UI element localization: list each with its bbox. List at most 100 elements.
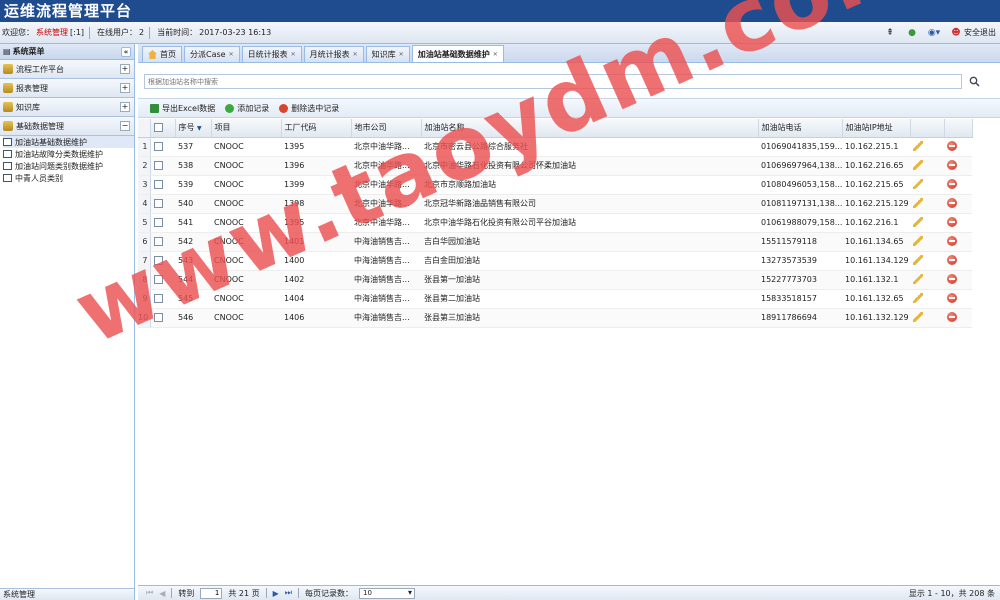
edit-cell[interactable] xyxy=(910,156,944,176)
checkbox[interactable] xyxy=(153,313,163,322)
pencil-icon[interactable] xyxy=(913,292,923,303)
pencil-icon[interactable] xyxy=(913,311,923,322)
search-input[interactable] xyxy=(144,74,962,89)
tab-knowledge[interactable]: 知识库 ✕ xyxy=(365,46,410,62)
sidebar-group-workflow[interactable]: 流程工作平台 + xyxy=(0,60,134,79)
table-row[interactable]: 1 537 CNOOC 1395 北京中油华路... 北京市密云县公路综合服务社 01069… xyxy=(138,137,972,157)
search-icon[interactable] xyxy=(968,74,981,89)
column-header[interactable]: 加油站电话 xyxy=(758,119,843,138)
delete-icon[interactable] xyxy=(947,235,957,246)
delete-icon[interactable] xyxy=(947,292,957,303)
collapse-sidebar-button[interactable]: « xyxy=(121,46,131,57)
checkbox[interactable] xyxy=(153,256,163,265)
column-header[interactable]: 工厂代码 xyxy=(281,119,352,138)
edit-cell[interactable] xyxy=(910,308,944,328)
row-select-cell[interactable] xyxy=(150,137,175,157)
page-size-select[interactable]: 10 xyxy=(358,587,415,599)
edit-cell[interactable] xyxy=(910,289,944,309)
help-icon[interactable]: ◉▾ xyxy=(928,27,940,39)
sidebar-item-fault-category[interactable]: 加油站故障分类数据维护 xyxy=(3,148,134,160)
select-all-header[interactable] xyxy=(150,119,176,138)
edit-cell[interactable] xyxy=(910,137,944,157)
delete-cell[interactable] xyxy=(944,213,972,233)
sidebar-group-knowledge[interactable]: 知识库 + xyxy=(0,98,134,117)
tab-dispatch-case[interactable]: 分派Case ✕ xyxy=(184,46,240,62)
checkbox[interactable] xyxy=(153,218,163,227)
edit-cell[interactable] xyxy=(910,175,944,195)
tab-monthly-report[interactable]: 月统计报表 ✕ xyxy=(303,46,364,62)
column-header[interactable]: 项目 xyxy=(211,119,282,138)
delete-icon[interactable] xyxy=(947,254,957,265)
table-row[interactable]: 5 541 CNOOC 1395 北京中油华路... 北京中油华路石化投资有限公司平谷加油… xyxy=(138,213,972,233)
pencil-icon[interactable] xyxy=(913,254,923,265)
export-excel-button[interactable]: 导出Excel数据 xyxy=(150,103,215,114)
checkbox[interactable] xyxy=(153,161,163,170)
edit-cell[interactable] xyxy=(910,213,944,233)
pencil-icon[interactable] xyxy=(913,273,923,284)
next-page-button[interactable]: ▶ xyxy=(273,589,279,598)
column-header[interactable]: 地市公司 xyxy=(351,119,422,138)
delete-cell[interactable] xyxy=(944,194,972,214)
checkbox[interactable] xyxy=(153,294,163,303)
row-select-cell[interactable] xyxy=(150,270,175,290)
delete-cell[interactable] xyxy=(944,289,972,309)
sidebar-item-station-data[interactable]: 加油站基础数据维护 xyxy=(3,136,134,148)
checkbox[interactable] xyxy=(153,237,163,246)
expand-icon[interactable]: + xyxy=(120,102,130,112)
edit-cell[interactable] xyxy=(910,251,944,271)
row-select-cell[interactable] xyxy=(150,194,175,214)
delete-cell[interactable] xyxy=(944,156,972,176)
column-header[interactable]: 序号 ▼ xyxy=(175,119,212,138)
delete-cell[interactable] xyxy=(944,175,972,195)
checkbox[interactable] xyxy=(153,180,163,189)
delete-icon[interactable] xyxy=(947,311,957,322)
delete-icon[interactable] xyxy=(947,140,957,151)
pencil-icon[interactable] xyxy=(913,235,923,246)
row-select-cell[interactable] xyxy=(150,308,175,328)
prev-page-button[interactable]: ◀ xyxy=(159,589,165,598)
close-icon[interactable]: ✕ xyxy=(291,51,296,58)
pencil-icon[interactable] xyxy=(913,197,923,208)
delete-icon[interactable] xyxy=(947,197,957,208)
pencil-icon[interactable] xyxy=(913,216,923,227)
page-number-input[interactable] xyxy=(200,587,223,599)
table-row[interactable]: 2 538 CNOOC 1396 北京中油华路... 北京中油华路石化投资有限公司怀柔加油… xyxy=(138,156,972,176)
tab-home[interactable]: 首页 xyxy=(142,46,182,62)
delete-selected-button[interactable]: 删除选中记录 xyxy=(279,103,339,114)
row-select-cell[interactable] xyxy=(150,232,175,252)
edit-cell[interactable] xyxy=(910,194,944,214)
add-record-button[interactable]: 添加记录 xyxy=(225,103,269,114)
checkbox[interactable] xyxy=(153,142,163,151)
delete-cell[interactable] xyxy=(944,270,972,290)
row-select-cell[interactable] xyxy=(150,289,175,309)
pencil-icon[interactable] xyxy=(913,178,923,189)
tab-daily-report[interactable]: 日统计报表 ✕ xyxy=(241,46,302,62)
table-row[interactable]: 4 540 CNOOC 1398 北京中油华路... 北京冠华新路油品销售有限公司 0108… xyxy=(138,194,972,214)
checkbox[interactable] xyxy=(153,199,163,208)
first-page-button[interactable]: ⏮ xyxy=(146,588,153,598)
edit-cell[interactable] xyxy=(910,232,944,252)
expand-icon[interactable]: + xyxy=(120,83,130,93)
table-row[interactable]: 10 546 CNOOC 1406 中海油销售吉... 张县第三加油站 1891178669… xyxy=(138,308,972,328)
delete-cell[interactable] xyxy=(944,308,972,328)
table-row[interactable]: 6 542 CNOOC 1401 中海油销售吉... 吉白华园加油站 15511579118… xyxy=(138,232,972,252)
delete-cell[interactable] xyxy=(944,232,972,252)
pencil-icon[interactable] xyxy=(913,140,923,151)
delete-cell[interactable] xyxy=(944,137,972,157)
collapse-icon[interactable]: − xyxy=(120,121,130,131)
row-select-cell[interactable] xyxy=(150,156,175,176)
delete-icon[interactable] xyxy=(947,273,957,284)
checkbox[interactable] xyxy=(153,275,163,284)
close-icon[interactable]: ✕ xyxy=(493,51,498,58)
sidebar-item-staff-category[interactable]: 中青人员类别 xyxy=(3,172,134,184)
table-row[interactable]: 7 543 CNOOC 1400 中海油销售吉... 吉白金田加油站 13273573539… xyxy=(138,251,972,271)
delete-cell[interactable] xyxy=(944,251,972,271)
row-select-cell[interactable] xyxy=(150,213,175,233)
close-icon[interactable]: ✕ xyxy=(229,51,234,58)
sidebar-group-base-data[interactable]: 基础数据管理 − xyxy=(0,117,134,136)
checkbox[interactable] xyxy=(153,123,163,133)
logout-button[interactable]: ☻ 安全退出 xyxy=(950,27,996,39)
delete-icon[interactable] xyxy=(947,178,957,189)
edit-cell[interactable] xyxy=(910,270,944,290)
delete-icon[interactable] xyxy=(947,216,957,227)
